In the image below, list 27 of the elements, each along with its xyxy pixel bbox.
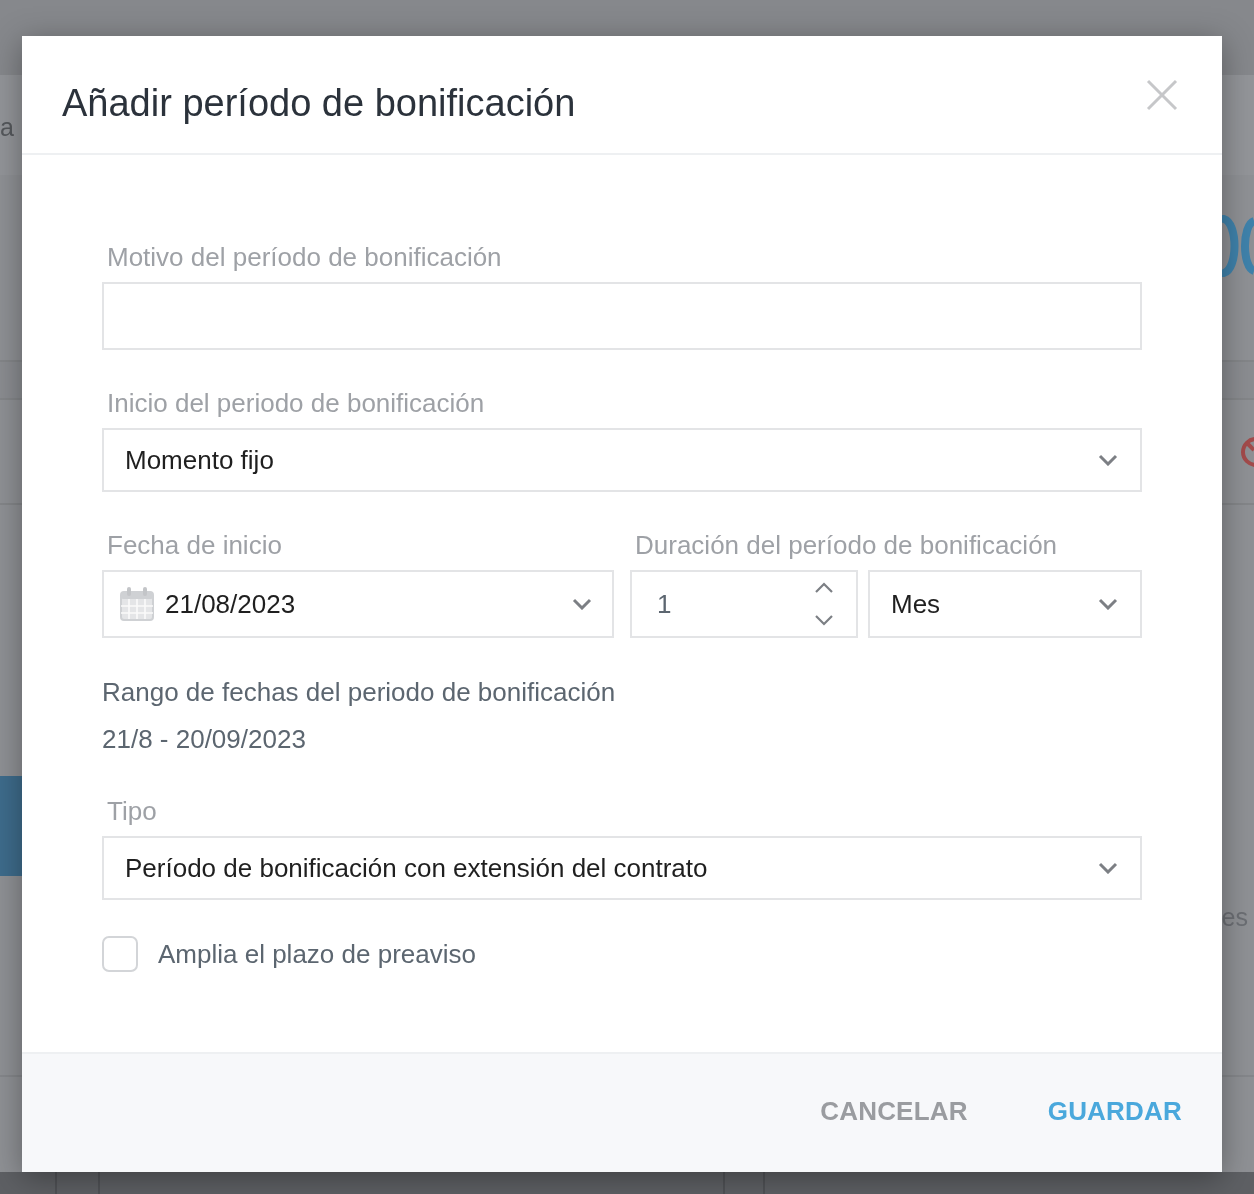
- date-range-label: Rango de fechas del periodo de bonificación: [102, 676, 616, 708]
- large-number-fragment-drawing: [1222, 215, 1254, 277]
- chevron-down-icon: [1098, 598, 1118, 610]
- chevron-down-icon[interactable]: [814, 614, 834, 626]
- field-label: Motivo del período de bonificación: [107, 242, 502, 272]
- checkbox-label: Amplia el plazo de preaviso: [158, 938, 476, 970]
- chevron-down-icon: [572, 598, 592, 610]
- reason-input[interactable]: [102, 282, 1142, 350]
- close-icon[interactable]: [1146, 78, 1178, 111]
- checkbox[interactable]: [102, 936, 138, 972]
- field-label: Inicio del periodo de bonificación: [107, 388, 485, 418]
- date-range-value: 21/8 - 20/09/2023: [102, 723, 306, 755]
- chevron-down-icon: [1098, 862, 1118, 874]
- date-picker[interactable]: 21/08/2023: [102, 570, 614, 638]
- field-label: Duración del período de bonificación: [635, 530, 1058, 560]
- unit-select[interactable]: Mes: [868, 570, 1142, 638]
- header-text-fragment: a: [0, 112, 14, 142]
- type-select[interactable]: Período de bonificación con extensión del contrato: [102, 836, 1142, 900]
- calendar-icon: [120, 587, 154, 621]
- chevron-down-icon: [1098, 454, 1118, 466]
- field-label: Tipo: [107, 796, 157, 826]
- duration-number-field[interactable]: 1: [630, 570, 858, 638]
- field-label: Fecha de inicio: [107, 530, 282, 560]
- blocked-icon: [1238, 435, 1254, 468]
- start-mode-select[interactable]: Momento fijo: [102, 428, 1142, 492]
- dialog-title: Añadir período de bonificación: [62, 82, 576, 125]
- chevron-up-icon[interactable]: [814, 582, 834, 594]
